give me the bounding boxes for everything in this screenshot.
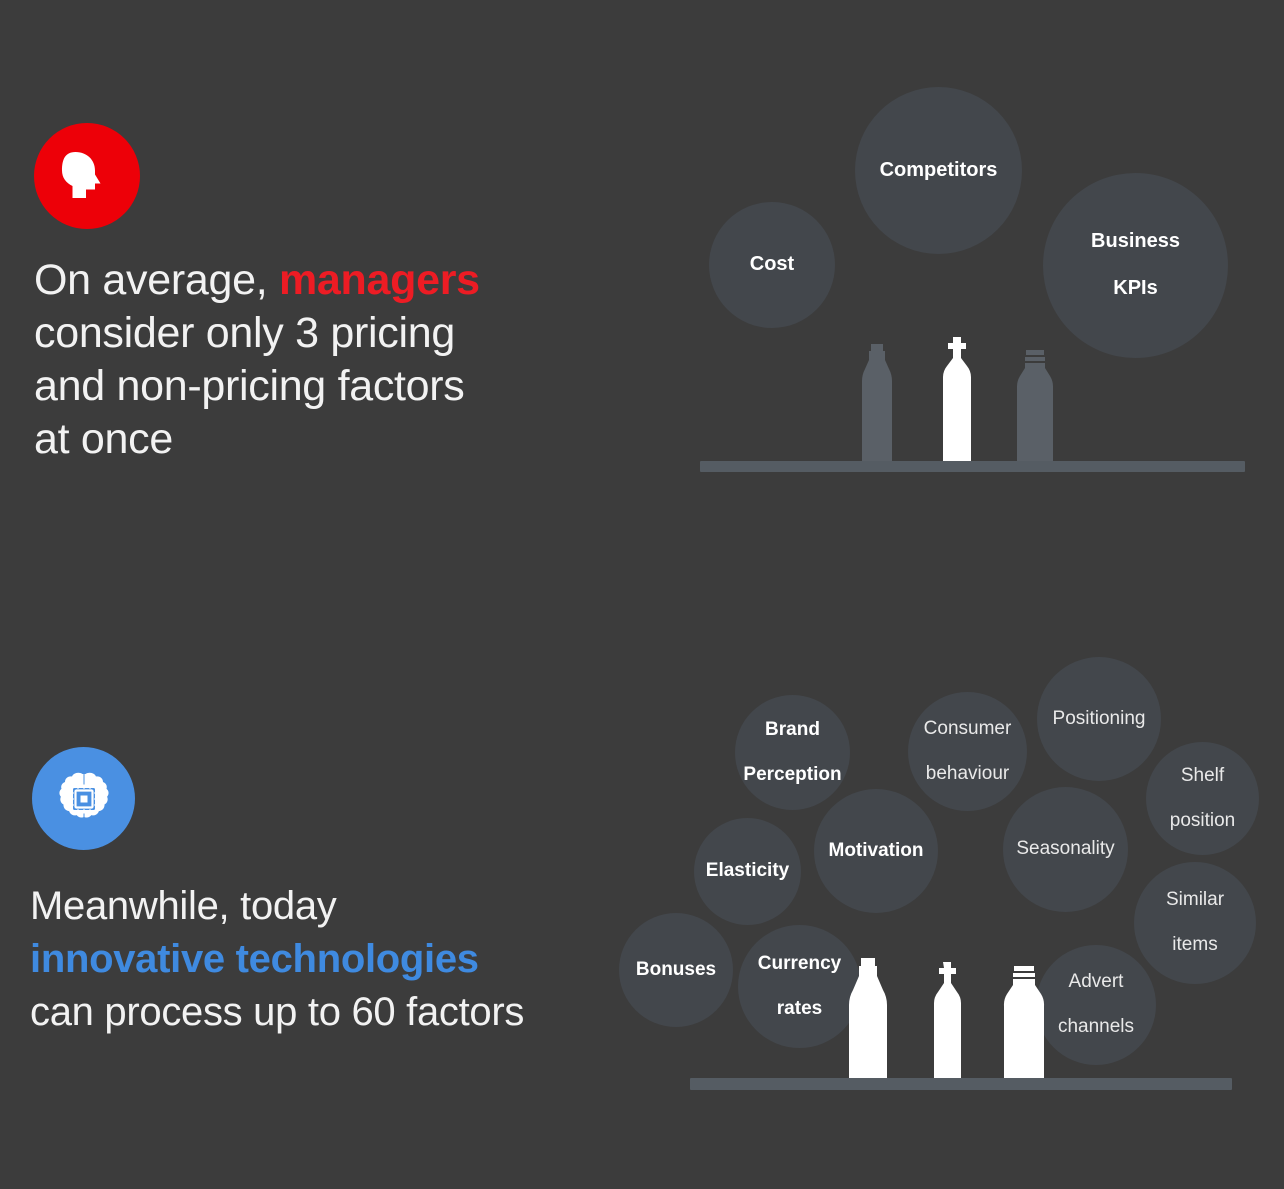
managers-headline: On average, managers consider only 3 pri… — [34, 254, 594, 466]
bubble-competitors[interactable]: Competitors — [855, 87, 1022, 254]
bottle-bottom-1 — [844, 958, 892, 1080]
bubble-currency-rates[interactable]: Currency rates — [738, 925, 861, 1048]
bubble-positioning-label: Positioning — [1052, 707, 1146, 729]
headline-text-part1: On average, — [34, 256, 279, 304]
bubble-business-kpis[interactable]: Business KPIs — [1043, 173, 1228, 358]
ribbed-neck-jar-icon — [1003, 966, 1045, 1080]
bubble-shelf-position-label: Shelf position — [1169, 764, 1236, 831]
bubble-advert-channels[interactable]: Advert channels — [1036, 945, 1156, 1065]
bubble-bonuses[interactable]: Bonuses — [619, 913, 733, 1027]
bottle-top-1 — [858, 344, 896, 466]
bottle-bottom-2 — [925, 962, 970, 1080]
bubble-business-kpis-label: Business KPIs — [1091, 230, 1180, 300]
bubble-elasticity-label: Elasticity — [705, 860, 790, 882]
headline-tech-part1: Meanwhile, today — [30, 884, 337, 928]
bottle-top-2 — [932, 337, 982, 466]
ai-badge — [32, 747, 135, 850]
brain-chip-icon — [58, 772, 109, 818]
bubble-motivation-label: Motivation — [828, 839, 924, 861]
managers-badge — [34, 123, 140, 229]
headline-tech-part2: can process up to 60 factors — [30, 990, 525, 1034]
bubble-advert-channels-label: Advert channels — [1057, 971, 1135, 1038]
bubble-consumer-behaviour-label: Consumer behaviour — [923, 717, 1012, 784]
shoulder-cap-bottle-icon — [933, 962, 962, 1080]
shelf-top — [700, 461, 1245, 472]
bubble-brand-perception[interactable]: Brand Perception — [735, 695, 850, 810]
technologies-headline: Meanwhile, today innovative technologies… — [30, 880, 650, 1039]
bubble-brand-perception-label: Brand Perception — [743, 718, 842, 785]
bubble-bonuses-label: Bonuses — [635, 958, 717, 980]
headline-accent-managers: managers — [279, 256, 480, 304]
bubble-elasticity[interactable]: Elasticity — [694, 818, 801, 925]
bubble-similar-items-label: Similar items — [1165, 889, 1225, 956]
infographic-canvas: On average, managers consider only 3 pri… — [0, 0, 1284, 1189]
bubble-motivation[interactable]: Motivation — [814, 789, 938, 913]
bubble-similar-items[interactable]: Similar items — [1134, 862, 1256, 984]
headline-accent-technologies: innovative technologies — [30, 937, 479, 981]
tall-slim-bottle-icon — [849, 958, 887, 1080]
bubble-cost-label: Cost — [749, 253, 795, 276]
shoulder-cap-bottle-icon — [943, 337, 971, 466]
headline-text-part4: at once — [34, 415, 173, 463]
bubble-shelf-position[interactable]: Shelf position — [1146, 742, 1259, 855]
tall-slim-bottle-icon — [862, 344, 892, 466]
ribbed-neck-jar-icon — [1016, 350, 1054, 466]
headline-text-part2: consider only 3 pricing — [34, 309, 455, 357]
bubble-cost[interactable]: Cost — [709, 202, 835, 328]
headline-text-part3: and non-pricing factors — [34, 362, 465, 410]
bubble-seasonality[interactable]: Seasonality — [1003, 787, 1128, 912]
shelf-bottom — [690, 1078, 1232, 1090]
bottle-top-3 — [1013, 350, 1057, 466]
bubble-consumer-behaviour[interactable]: Consumer behaviour — [908, 692, 1027, 811]
head-profile-icon — [62, 152, 101, 198]
bubble-positioning[interactable]: Positioning — [1037, 657, 1161, 781]
bubble-seasonality-label: Seasonality — [1016, 838, 1115, 860]
bubble-currency-rates-label: Currency rates — [757, 952, 842, 1019]
bottle-bottom-3 — [1000, 966, 1048, 1080]
bubble-competitors-label: Competitors — [879, 158, 998, 181]
